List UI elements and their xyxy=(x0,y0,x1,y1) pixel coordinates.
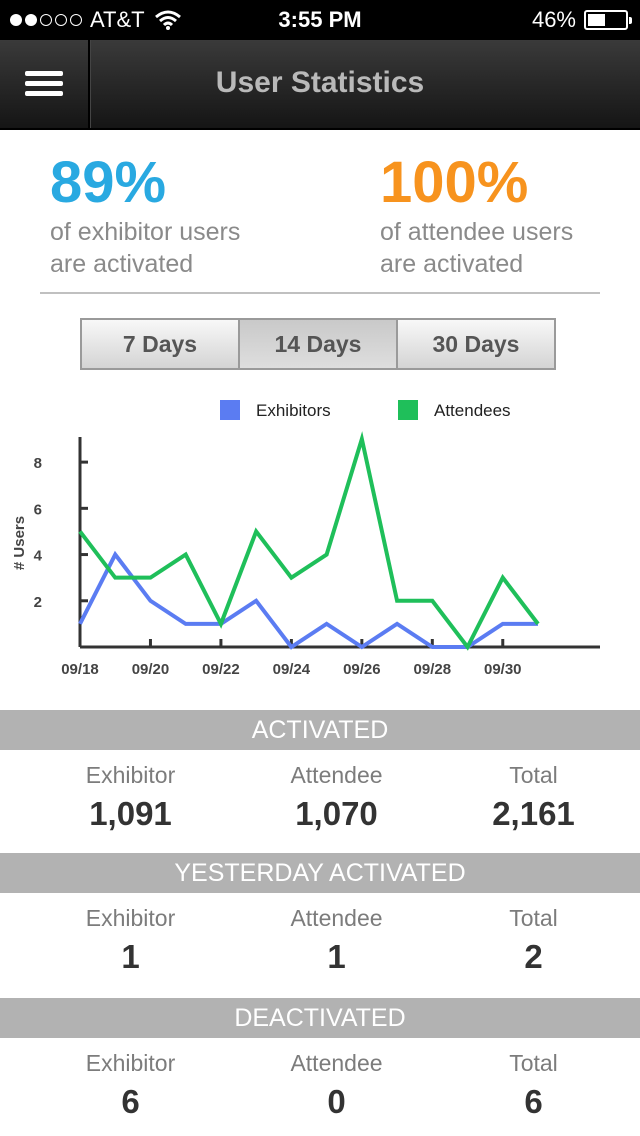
legend-swatch-attendees xyxy=(398,400,418,420)
stat-value: 1,091 xyxy=(89,795,172,832)
series-line-attendees xyxy=(78,431,540,651)
legend-label-exhibitors: Exhibitors xyxy=(256,401,331,420)
stat-value: 6 xyxy=(524,1083,543,1120)
stat-label: Attendee xyxy=(290,762,383,788)
stat-value: 2 xyxy=(524,938,543,975)
y-tick-label: 2 xyxy=(34,594,42,611)
y-tick-label: 6 xyxy=(34,501,42,518)
stat-value: 6 xyxy=(121,1083,140,1120)
stat-column: Attendee 1 xyxy=(230,905,443,976)
section-header: ACTIVATED xyxy=(0,710,640,750)
section-header: DEACTIVATED xyxy=(0,998,640,1038)
range-14-days-button[interactable]: 14 Days xyxy=(240,320,398,368)
stat-value: 1 xyxy=(121,938,140,975)
stat-label: Attendee xyxy=(290,1050,383,1076)
stat-column: Exhibitor 1 xyxy=(24,905,237,976)
stat-label: Total xyxy=(509,905,558,931)
battery-icon xyxy=(584,10,632,30)
exhibitor-desc-line1: of exhibitor users xyxy=(50,218,241,246)
stat-label: Total xyxy=(509,1050,558,1076)
attendee-desc-line2: are activated xyxy=(380,250,524,278)
nav-bar: User Statistics xyxy=(0,40,640,130)
user-activation-line-chart: Exhibitors Attendees 2 4 6 8 # Users 09/18 09/20… xyxy=(11,400,600,678)
y-axis-label: # Users xyxy=(11,516,28,570)
y-tick-label: 4 xyxy=(34,548,43,565)
stat-label: Exhibitor xyxy=(85,762,176,788)
exhibitor-percent: 89% xyxy=(50,150,167,215)
stat-label: Exhibitor xyxy=(85,905,176,931)
stat-column: Total 6 xyxy=(427,1050,640,1121)
stat-column: Exhibitor 6 xyxy=(24,1050,237,1121)
x-tick-label: 09/22 xyxy=(202,661,240,678)
stat-label: Total xyxy=(509,762,558,788)
stat-column: Total 2,161 xyxy=(427,762,640,833)
attendee-percent: 100% xyxy=(380,150,529,215)
exhibitor-desc-line2: are activated xyxy=(50,250,194,278)
range-selector: 7 Days 14 Days 30 Days xyxy=(80,318,556,370)
stat-value: 2,161 xyxy=(492,795,575,832)
x-tick-label: 09/18 xyxy=(61,661,99,678)
stat-label: Attendee xyxy=(290,905,383,931)
stat-column: Attendee 0 xyxy=(230,1050,443,1121)
x-tick-label: 09/26 xyxy=(343,661,381,678)
exhibitor-activation-stat: 89% of exhibitor users are activated xyxy=(50,150,240,280)
stat-value: 1 xyxy=(327,938,346,975)
x-tick-label: 09/28 xyxy=(414,661,452,678)
section-header: YESTERDAY ACTIVATED xyxy=(0,853,640,893)
stat-value: 0 xyxy=(327,1083,346,1120)
status-bar: AT&T 3:55 PM 46% xyxy=(0,0,640,40)
stat-label: Exhibitor xyxy=(85,1050,176,1076)
legend-label-attendees: Attendees xyxy=(434,401,511,420)
range-30-days-button[interactable]: 30 Days xyxy=(398,320,554,368)
stat-column: Attendee 1,070 xyxy=(230,762,443,833)
range-7-days-button[interactable]: 7 Days xyxy=(82,320,240,368)
x-tick-label: 09/20 xyxy=(132,661,170,678)
stat-value: 1,070 xyxy=(295,795,378,832)
page-title: User Statistics xyxy=(215,66,425,99)
x-tick-label: 09/30 xyxy=(484,661,522,678)
legend-swatch-exhibitors xyxy=(220,400,240,420)
stat-column: Exhibitor 1,091 xyxy=(24,762,237,833)
stats-divider xyxy=(40,292,600,294)
y-tick-label: 8 xyxy=(34,455,42,472)
attendee-activation-stat: 100% of attendee users are activated xyxy=(380,150,573,280)
attendee-desc-line1: of attendee users xyxy=(380,218,574,246)
x-tick-label: 09/24 xyxy=(273,661,311,678)
stat-column: Total 2 xyxy=(427,905,640,976)
battery-percent: 46% xyxy=(531,7,576,32)
